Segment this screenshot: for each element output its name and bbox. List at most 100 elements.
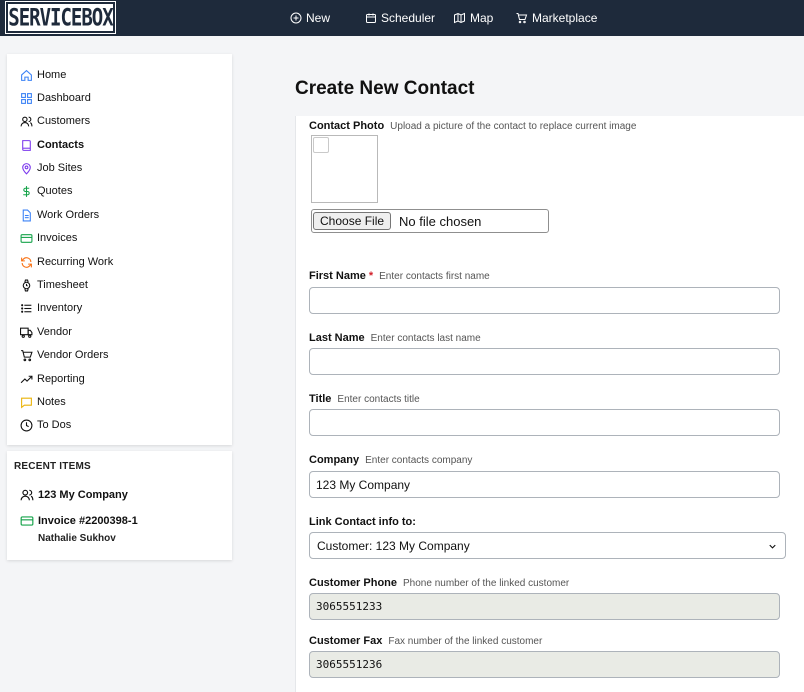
first-name-label-row: First Name * Enter contacts first name xyxy=(309,270,490,282)
cart-icon xyxy=(21,349,33,361)
recent-item-company[interactable]: 123 My Company xyxy=(20,488,128,502)
servicebox-logo[interactable]: SERVICEBOX xyxy=(5,1,116,34)
contact-photo-preview xyxy=(311,135,378,203)
sidebar-item-work-orders[interactable]: Work Orders xyxy=(20,207,99,223)
sidebar-item-label: Notes xyxy=(37,396,66,408)
cart-icon xyxy=(516,13,528,24)
sidebar-item-label: Work Orders xyxy=(37,209,100,221)
sidebar-item-dashboard[interactable]: Dashboard xyxy=(20,90,91,106)
sidebar-item-label: Customers xyxy=(37,115,91,127)
chevron-down-icon xyxy=(769,544,776,549)
first-name-hint: Enter contacts first name xyxy=(379,271,490,282)
logo-text: SERVICEBOX xyxy=(8,3,113,32)
last-name-label: Last Name xyxy=(309,332,365,344)
link-contact-selected: Customer: 123 My Company xyxy=(317,538,470,553)
company-input[interactable] xyxy=(309,471,780,498)
users-icon xyxy=(20,116,33,126)
top-navigation-bar: SERVICEBOX New Scheduler Map Marketplace xyxy=(0,0,804,36)
sidebar-item-label: Home xyxy=(37,69,67,81)
sidebar-item-label: Reporting xyxy=(37,373,85,385)
sidebar-item-notes[interactable]: Notes xyxy=(20,394,66,410)
recent-item-invoice[interactable]: Invoice #2200398-1 xyxy=(20,514,138,528)
page-title: Create New Contact xyxy=(295,78,475,99)
sidebar-item-invoices[interactable]: Invoices xyxy=(20,230,77,246)
credit-card-icon xyxy=(20,516,34,526)
message-icon xyxy=(21,397,32,409)
nav-map-button[interactable]: Map xyxy=(453,0,493,36)
link-contact-select[interactable]: Customer: 123 My Company xyxy=(309,532,786,559)
sidebar-item-label: Timesheet xyxy=(37,279,88,291)
sidebar-item-job-sites[interactable]: Job Sites xyxy=(20,160,82,176)
last-name-hint: Enter contacts last name xyxy=(370,333,481,344)
sidebar-item-label: Invoices xyxy=(37,232,78,244)
contact-photo-file-input[interactable]: Choose File No file chosen xyxy=(311,209,549,233)
customer-fax-hint: Fax number of the linked customer xyxy=(388,636,543,647)
home-icon xyxy=(21,69,32,81)
recent-items-panel: RECENT ITEMS 123 My Company Invoice #220… xyxy=(7,451,232,560)
credit-card-icon xyxy=(20,233,33,243)
sidebar-item-to-dos[interactable]: To Dos xyxy=(20,417,71,433)
sidebar-item-recurring-work[interactable]: Recurring Work xyxy=(20,254,113,270)
company-label-row: Company Enter contacts company xyxy=(309,454,472,466)
trending-up-icon xyxy=(20,375,33,383)
contact-photo-label-row: Contact Photo Upload a picture of the co… xyxy=(309,120,636,132)
sidebar-item-label: Inventory xyxy=(37,302,83,314)
document-icon xyxy=(22,209,31,221)
dashboard-icon xyxy=(21,92,32,104)
plus-circle-icon xyxy=(290,12,302,24)
nav-scheduler-label: Scheduler xyxy=(381,11,436,25)
sidebar-item-label: Dashboard xyxy=(37,92,91,104)
required-marker: * xyxy=(368,270,374,282)
sidebar-item-vendor-orders[interactable]: Vendor Orders xyxy=(20,347,109,363)
customer-fax-field xyxy=(309,651,780,678)
contact-photo-hint: Upload a picture of the contact to repla… xyxy=(390,121,637,132)
title-input[interactable] xyxy=(309,409,780,436)
sidebar-item-customers[interactable]: Customers xyxy=(20,113,90,129)
title-label-row: Title Enter contacts title xyxy=(309,393,420,405)
customer-fax-label-row: Customer Fax Fax number of the linked cu… xyxy=(309,635,542,647)
nav-scheduler-button[interactable]: Scheduler xyxy=(365,0,435,36)
users-icon xyxy=(20,489,34,501)
link-contact-label: Link Contact info to: xyxy=(309,516,416,528)
sidebar: Home Dashboard Customers Contacts Job Si… xyxy=(7,54,232,445)
sidebar-item-vendor[interactable]: Vendor xyxy=(20,324,72,340)
title-hint: Enter contacts title xyxy=(337,394,420,405)
book-icon xyxy=(22,139,31,151)
recent-items-title: RECENT ITEMS xyxy=(14,461,91,472)
customer-fax-label: Customer Fax xyxy=(309,635,383,647)
link-contact-label-row: Link Contact info to: xyxy=(309,516,416,528)
recent-item-label: Invoice #2200398-1 xyxy=(38,515,138,527)
map-pin-icon xyxy=(22,162,31,175)
nav-new-button[interactable]: New xyxy=(290,0,330,36)
choose-file-button[interactable]: Choose File xyxy=(313,212,392,230)
clock-icon xyxy=(20,419,33,431)
customer-phone-hint: Phone number of the linked customer xyxy=(403,578,570,589)
title-label: Title xyxy=(309,393,332,405)
customer-phone-label-row: Customer Phone Phone number of the linke… xyxy=(309,577,569,589)
sidebar-item-label: Recurring Work xyxy=(37,256,114,268)
last-name-input[interactable] xyxy=(309,348,780,375)
dollar-icon xyxy=(23,185,30,197)
nav-marketplace-button[interactable]: Marketplace xyxy=(515,0,597,36)
sidebar-item-reporting[interactable]: Reporting xyxy=(20,371,85,387)
sidebar-item-timesheet[interactable]: Timesheet xyxy=(20,277,88,293)
sidebar-item-home[interactable]: Home xyxy=(20,67,66,83)
sidebar-item-label: Vendor Orders xyxy=(37,349,109,361)
truck-icon xyxy=(20,327,33,338)
first-name-input[interactable] xyxy=(309,287,780,314)
customer-phone-label: Customer Phone xyxy=(309,577,398,589)
list-icon xyxy=(21,303,32,313)
first-name-label: First Name xyxy=(309,270,366,282)
calendar-icon xyxy=(366,13,376,23)
customer-phone-field xyxy=(309,593,780,620)
sidebar-item-quotes[interactable]: Quotes xyxy=(20,183,72,199)
sidebar-item-label: To Dos xyxy=(37,419,72,431)
last-name-label-row: Last Name Enter contacts last name xyxy=(309,332,481,344)
nav-marketplace-label: Marketplace xyxy=(532,11,598,25)
sidebar-item-contacts[interactable]: Contacts xyxy=(20,137,84,153)
watch-icon xyxy=(22,279,31,291)
nav-map-label: Map xyxy=(470,11,494,25)
contact-photo-label: Contact Photo xyxy=(309,120,385,132)
sidebar-item-inventory[interactable]: Inventory xyxy=(20,300,82,316)
nav-new-label: New xyxy=(306,11,331,25)
